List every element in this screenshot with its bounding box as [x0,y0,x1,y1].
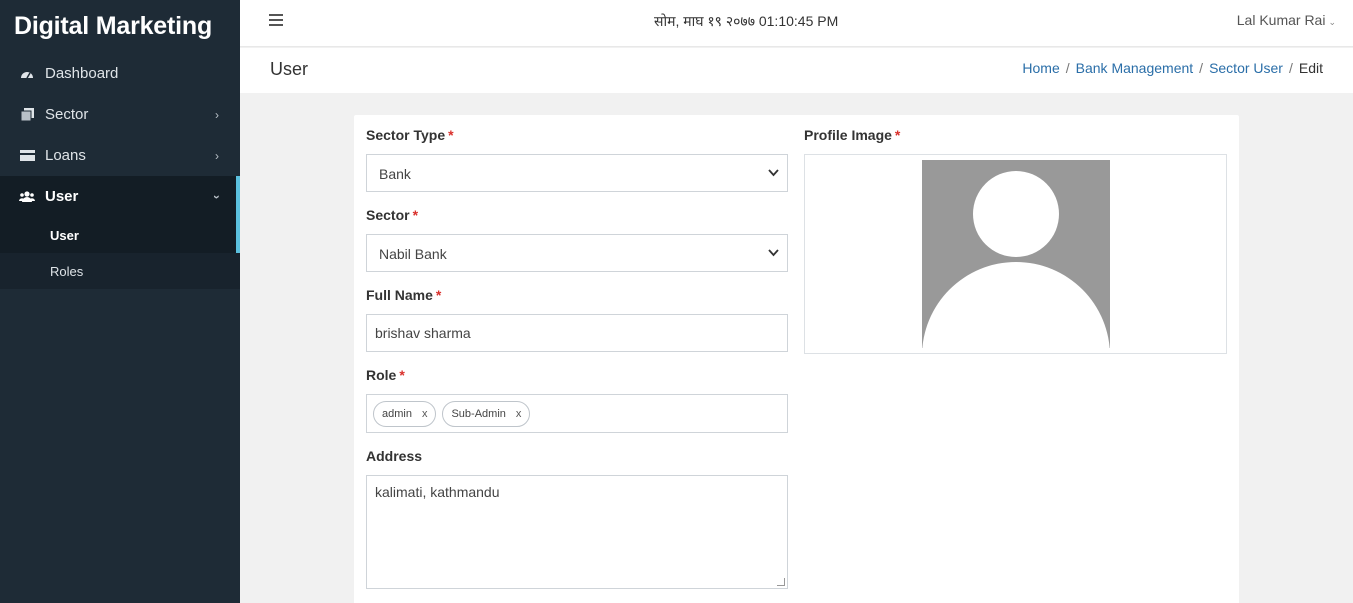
role-label: Role * [366,367,405,383]
sidebar-item-label: Loans [45,147,86,164]
role-tag-sub-admin: Sub-Admin x [442,401,531,427]
page-header: User Home / Bank Management / Sector Use… [240,48,1353,93]
sector-type-select[interactable]: Bank [366,154,788,192]
dashboard-icon [19,67,35,81]
user-menu[interactable]: Lal Kumar Rai ⌄ [1237,12,1336,28]
breadcrumb-separator: / [1288,60,1293,76]
sector-label: Sector * [366,207,419,223]
remove-tag-icon[interactable]: x [422,408,428,420]
breadcrumb: Home / Bank Management / Sector User / E… [1022,60,1323,76]
sidebar-item-dashboard[interactable]: Dashboard [0,53,240,94]
sector-select[interactable]: Nabil Bank [366,234,788,272]
nepali-datetime: सोम, माघ १९ २०७७ 01:10:45 PM [654,13,839,29]
breadcrumb-sector-user[interactable]: Sector User [1209,60,1283,76]
sidebar-item-loans[interactable]: Loans › [0,135,240,176]
sidebar-submenu: User Roles [0,217,240,289]
sidebar: Digital Marketing Dashboard Sector › Loa… [0,0,240,603]
caret-down-icon: ⌄ [1328,17,1336,27]
role-tag-admin: admin x [373,401,437,427]
profile-image-upload[interactable] [804,154,1227,354]
brand-title[interactable]: Digital Marketing [0,0,240,53]
chevron-down-icon [768,246,779,260]
hamburger-menu-icon[interactable] [269,14,283,26]
breadcrumb-separator: / [1199,60,1204,76]
copy-icon [19,108,35,122]
user-form-card: Sector Type * Bank Sector * Nabil Bank Ful… [354,115,1239,603]
sidebar-item-label: User [45,188,79,205]
breadcrumb-home[interactable]: Home [1022,60,1059,76]
breadcrumb-bank-management[interactable]: Bank Management [1076,60,1194,76]
sector-value: Nabil Bank [379,246,447,262]
chevron-down-icon: › [210,194,224,199]
sidebar-item-sector[interactable]: Sector › [0,94,240,135]
page-title: User [270,59,309,79]
sidebar-item-label: Sector [45,106,89,123]
breadcrumb-current: Edit [1298,60,1323,76]
address-label: Address [366,448,423,464]
sector-type-label: Sector Type * [366,127,454,143]
chevron-right-icon: › [215,107,219,122]
role-multiselect[interactable]: admin x Sub-Admin x [366,394,788,433]
user-name: Lal Kumar Rai [1236,12,1326,28]
resize-handle-icon[interactable] [777,578,785,586]
sector-type-value: Bank [379,166,411,182]
users-icon [19,190,35,204]
breadcrumb-separator: / [1065,60,1070,76]
chevron-down-icon [768,166,779,180]
sidebar-item-label: Dashboard [45,65,119,82]
profile-image-label: Profile Image * [804,127,901,143]
card-icon [19,149,35,163]
full-name-input[interactable]: brishav sharma [366,314,788,352]
sidebar-subitem-user[interactable]: User [0,217,240,253]
address-textarea[interactable]: kalimati, kathmandu [366,475,788,589]
sidebar-item-user[interactable]: User › [0,176,240,253]
full-name-label: Full Name * [366,287,442,303]
topbar: सोम, माघ १९ २०७७ 01:10:45 PM Lal Kumar R… [240,0,1353,47]
chevron-right-icon: › [215,148,219,163]
remove-tag-icon[interactable]: x [516,408,522,420]
sidebar-subitem-roles[interactable]: Roles [0,253,240,289]
avatar-placeholder-icon [922,160,1110,348]
